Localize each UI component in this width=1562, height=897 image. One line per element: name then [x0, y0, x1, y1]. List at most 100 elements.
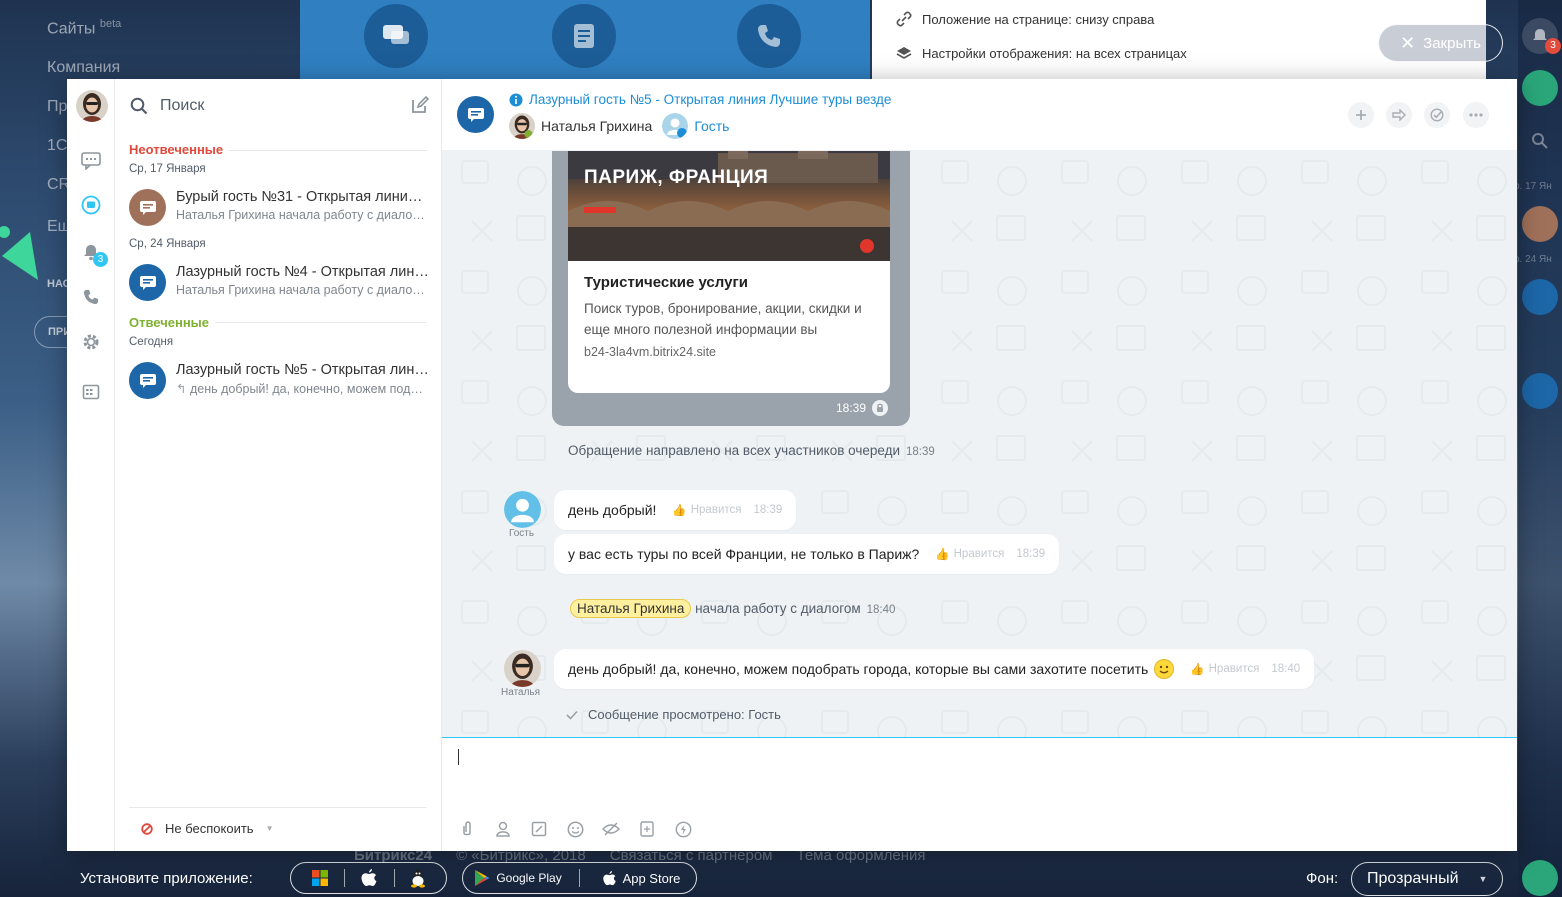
divider	[579, 869, 580, 887]
search-box[interactable]: Поиск	[130, 95, 430, 117]
user-icon[interactable]	[494, 820, 512, 838]
search-icon	[130, 97, 148, 115]
quick-answer-icon[interactable]	[530, 820, 548, 838]
operator-message-avatar[interactable]	[504, 650, 541, 687]
do-not-disturb-toggle[interactable]: Не беспокоить ▼	[141, 821, 274, 836]
rich-link-image: ПАРИЖ, ФРАНЦИЯ	[568, 151, 890, 261]
link-icon	[896, 11, 912, 27]
apple-icon	[602, 870, 616, 885]
divider	[393, 869, 395, 887]
chat-subtitle: Наталья Грихина начала работу с диалогом	[176, 208, 429, 222]
smile-icon[interactable]	[566, 820, 584, 838]
guest-avatar[interactable]	[662, 113, 689, 139]
block-icon	[141, 822, 153, 835]
nav-phone-icon[interactable]	[80, 286, 102, 308]
bg-form-icon	[552, 4, 616, 68]
text-cursor	[458, 749, 459, 765]
nav-settings-icon[interactable]	[80, 331, 102, 353]
thumbs-up-icon: 👍	[672, 505, 687, 517]
bg-openline-icon[interactable]	[1522, 70, 1558, 106]
system-forwarded-message: Обращение направлено на всех участников …	[568, 443, 935, 458]
rich-link-image-title: ПАРИЖ, ФРАНЦИЯ	[584, 167, 769, 188]
operator-name[interactable]: Наталья Грихина	[541, 118, 652, 134]
rich-link-time: 18:39	[836, 400, 888, 416]
close-icon: ✕	[1400, 33, 1416, 53]
add-user-icon[interactable]	[1348, 102, 1374, 128]
caret-down-icon: ▼	[265, 824, 274, 833]
bg-call-icon[interactable]	[1522, 860, 1558, 896]
windows-icon[interactable]	[311, 869, 329, 887]
nav-openlines-icon[interactable]	[80, 194, 102, 216]
background-select[interactable]: Прозрачный ▼	[1351, 862, 1503, 896]
dialog-title[interactable]: Лазурный гость №5 - Открытая линия Лучши…	[509, 92, 891, 107]
search-input[interactable]: Поиск	[160, 97, 204, 115]
guest-name[interactable]: Гость	[694, 118, 729, 134]
install-app-label: Установите приложение:	[80, 870, 253, 887]
bg-menu-company[interactable]: Компания	[47, 59, 120, 77]
bg-menu-1c[interactable]: 1С	[47, 137, 67, 155]
guest-message[interactable]: у вас есть туры по всей Франции, не толь…	[554, 534, 1060, 574]
date-label-3: Сегодня	[129, 336, 174, 348]
date-label-2: Ср, 24 Января	[129, 238, 206, 250]
bg-search-icon[interactable]	[1522, 123, 1558, 159]
bg-chat-avatar-1[interactable]	[1522, 206, 1558, 242]
notifications-badge: 3	[93, 252, 108, 267]
guest-message[interactable]: день добрый! 👍 Нравится 18:39	[554, 490, 797, 530]
bg-right-date-2: р. 24 Ян	[1514, 254, 1552, 265]
green-arrow-icon	[0, 226, 38, 280]
more-icon[interactable]	[1463, 102, 1489, 128]
stores-pill: Google Play App Store	[462, 862, 697, 894]
guest-message-avatar[interactable]	[504, 491, 541, 528]
like-button[interactable]: 👍 Нравится	[672, 503, 741, 517]
new-message-icon[interactable]	[410, 95, 430, 115]
chat-subtitle: Наталья Грихина начала работу с диалогом	[176, 283, 429, 297]
bg-chat-icon	[364, 4, 428, 68]
rich-link-description: Поиск туров, бронирование, акции, скидки…	[584, 301, 862, 337]
bg-menu-item-3[interactable]: Пр	[47, 98, 67, 116]
layers-icon	[896, 47, 912, 59]
bg-widget-panel	[300, 0, 870, 80]
dialog-panel: Лазурный гость №5 - Открытая линия Лучши…	[442, 79, 1517, 851]
rich-link-card[interactable]: ПАРИЖ, ФРАНЦИЯ Туристические услуги Поис…	[568, 151, 890, 393]
user-avatar[interactable]	[76, 90, 108, 122]
rich-link-url[interactable]: b24-3la4vm.bitrix24.site	[584, 345, 716, 359]
nav-calendar-icon[interactable]	[80, 381, 102, 403]
date-label-1: Ср, 17 Января	[129, 163, 206, 175]
recent-list-panel: Поиск Неотвеченные Ср, 17 Января Бурый г…	[115, 79, 442, 851]
nav-chats-icon[interactable]	[80, 150, 102, 172]
transfer-icon[interactable]	[1386, 102, 1412, 128]
lightning-icon[interactable]	[674, 820, 692, 838]
recent-chat-item[interactable]: Бурый гость №31 - Открытая линия Лучшие …	[129, 187, 429, 229]
attach-icon[interactable]	[458, 820, 476, 838]
operator-avatar-name: Наталья	[501, 687, 541, 698]
section-unanswered: Неотвеченные	[129, 142, 230, 157]
operator-message[interactable]: день добрый! да, конечно, можем подобрат…	[554, 649, 1315, 689]
check-icon	[566, 710, 578, 720]
rich-link-title[interactable]: Туристические услуги	[584, 274, 748, 291]
message-composer[interactable]	[442, 738, 1517, 851]
bg-display-row: Настройки отображения: на всех страницах	[896, 45, 1187, 61]
recent-chat-item[interactable]: Лазурный гость №4 - Открытая линия Лучши…	[129, 262, 429, 304]
recent-chat-item-active[interactable]: Лазурный гость №5 - Открытая линия Лучши…	[129, 360, 429, 402]
bg-menu-sites[interactable]: Сайты beta	[47, 18, 121, 38]
like-button[interactable]: 👍 Нравится	[935, 547, 1004, 561]
finish-dialog-icon[interactable]	[1424, 102, 1450, 128]
app-store-button[interactable]: App Store	[586, 870, 696, 887]
divider	[129, 807, 427, 808]
linux-icon[interactable]	[410, 868, 426, 888]
message-list[interactable]: ПАРИЖ, ФРАНЦИЯ Туристические услуги Поис…	[442, 151, 1517, 738]
divider	[344, 869, 346, 887]
operator-avatar[interactable]	[509, 113, 535, 139]
desktop-apps-pill	[290, 862, 447, 894]
bg-chat-avatar-3[interactable]	[1522, 373, 1558, 409]
operator-name-tag[interactable]: Наталья Грихина	[570, 599, 692, 618]
messenger-nav-rail: 3	[67, 79, 115, 851]
bg-chat-avatar-2[interactable]	[1522, 279, 1558, 315]
openline-avatar-icon	[129, 362, 166, 399]
form-icon[interactable]	[638, 820, 656, 838]
close-button[interactable]: ✕ Закрыть	[1378, 24, 1503, 62]
like-button[interactable]: 👍 Нравится	[1190, 662, 1259, 676]
apple-icon[interactable]	[360, 868, 378, 888]
hidden-message-icon[interactable]	[602, 820, 620, 838]
google-play-button[interactable]: Google Play	[463, 869, 573, 887]
